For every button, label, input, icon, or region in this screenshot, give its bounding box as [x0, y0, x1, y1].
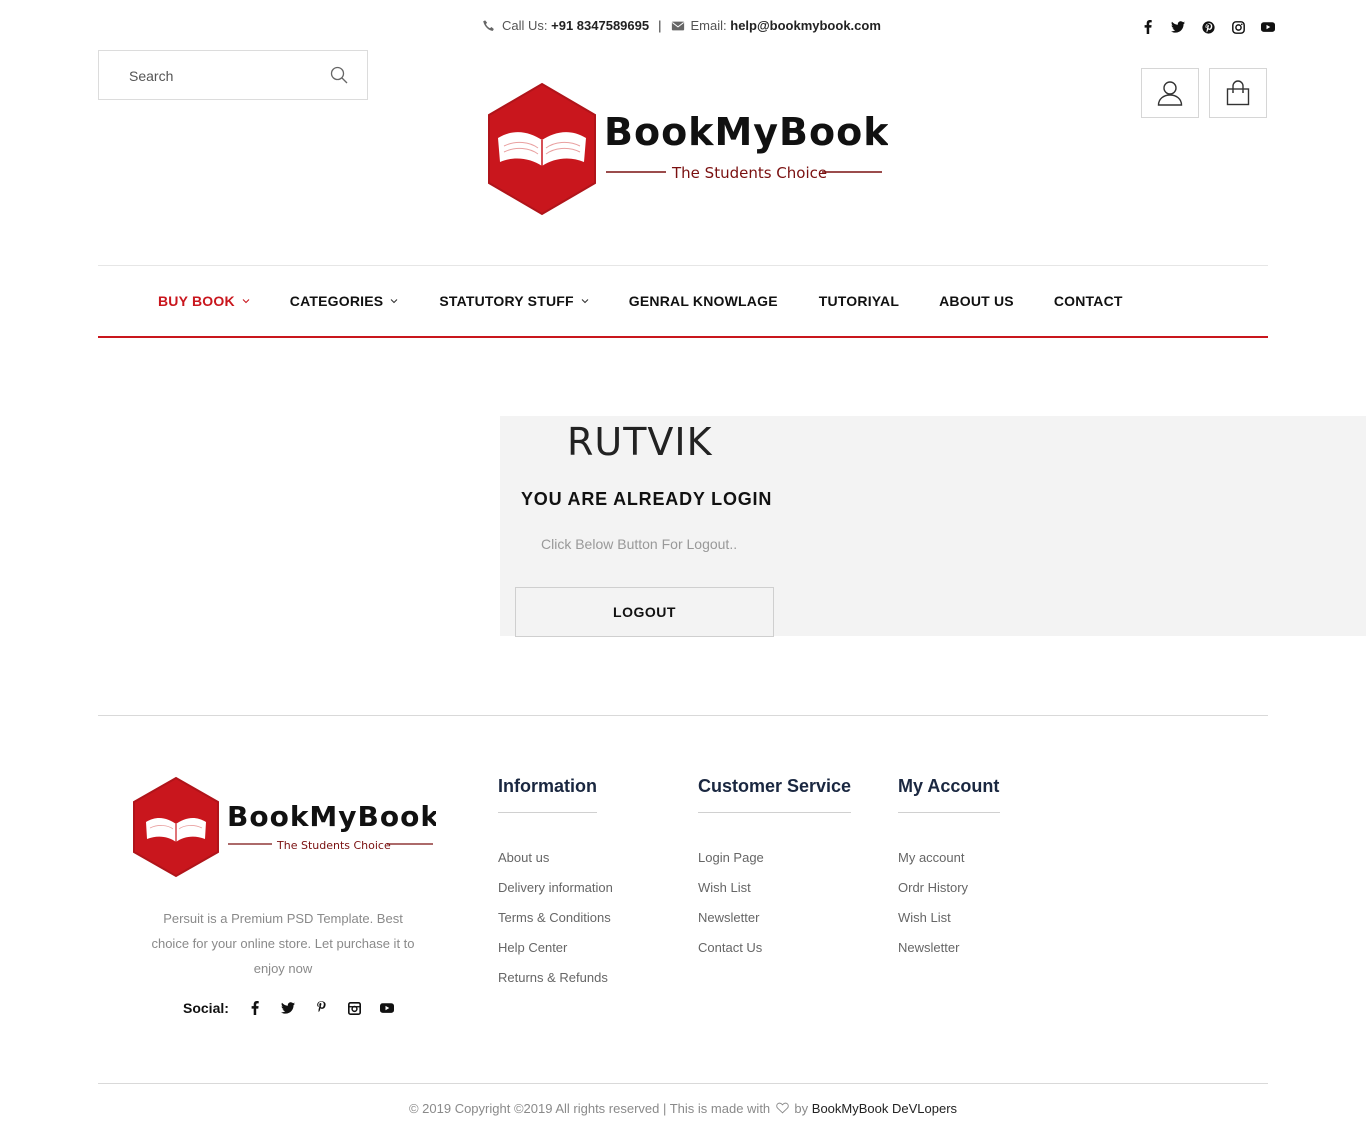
footer-links-information: About us Delivery information Terms & Cond…	[498, 850, 613, 1000]
nav-item-about-us[interactable]: ABOUT US	[939, 293, 1014, 309]
twitter-icon[interactable]	[272, 998, 305, 1018]
footer-heading-underline	[698, 812, 851, 813]
nav-item-buy-book[interactable]: BUY BOOK	[158, 293, 250, 309]
footer-link[interactable]: Newsletter	[698, 910, 764, 940]
brand-tagline: The Students Choice	[671, 164, 827, 182]
nav-item-label: STATUTORY STUFF	[439, 293, 574, 309]
nav-item-label: BUY BOOK	[158, 293, 235, 309]
footer-divider	[98, 715, 1268, 716]
pinterest-icon[interactable]	[305, 998, 338, 1018]
footer-link[interactable]: Ordr History	[898, 880, 968, 910]
envelope-icon	[671, 21, 684, 30]
login-status-heading: YOU ARE ALREADY LOGIN	[521, 489, 773, 509]
footer-links-customer-service: Login Page Wish List Newsletter Contact Us	[698, 850, 764, 970]
heart-icon	[776, 1102, 789, 1114]
nav-item-label: ABOUT US	[939, 293, 1014, 309]
nav-item-statutory-stuff[interactable]: STATUTORY STUFF	[439, 293, 589, 309]
facebook-icon[interactable]	[1133, 18, 1163, 36]
phone-icon	[483, 19, 494, 31]
footer-link[interactable]: Login Page	[698, 850, 764, 880]
footer-heading-customer-service: Customer Service	[698, 776, 852, 796]
footer-heading-my-account: My Account	[898, 776, 1000, 796]
nav-item-label: TUTORIYAL	[818, 293, 900, 309]
instagram-icon[interactable]	[338, 998, 371, 1018]
footer-link[interactable]: Newsletter	[898, 940, 968, 970]
footer-link[interactable]: Wish List	[698, 880, 764, 910]
footer-logo[interactable]: BookMyBook The Students Choice	[130, 776, 439, 880]
nav-item-label: GENRAL KNOWLAGE	[628, 293, 778, 309]
main-nav: BUY BOOK CATEGORIES STATUTORY STUFF GENRAL …	[158, 293, 1123, 309]
nav-divider-top	[98, 265, 1268, 266]
footer-brand-tagline: The Students Choice	[276, 839, 391, 852]
footer-link[interactable]: Help Center	[498, 940, 613, 970]
book-logo-icon: BookMyBook The Students Choice	[133, 776, 439, 878]
search-input[interactable]	[129, 66, 319, 86]
nav-item-genral-knowlage[interactable]: GENRAL KNOWLAGE	[629, 293, 778, 309]
footer-links-my-account: My account Ordr History Wish List Newslette…	[898, 850, 968, 970]
youtube-icon[interactable]	[1253, 18, 1283, 36]
username-heading: RUTVIK	[567, 420, 713, 464]
book-logo-icon: BookMyBook The Students Choice	[488, 82, 888, 216]
copyright-by: by	[794, 1101, 809, 1116]
site-logo[interactable]: BookMyBook The Students Choice	[476, 82, 888, 218]
footer-social: Social:	[183, 998, 404, 1018]
youtube-icon[interactable]	[371, 998, 404, 1018]
phone-number[interactable]: +91 8347589695	[551, 18, 649, 33]
search-icon[interactable]	[330, 66, 350, 86]
email-label: Email:	[690, 18, 727, 33]
copyright: © 2019 Copyright ©2019 All rights reserv…	[0, 1101, 1366, 1116]
nav-item-label: CATEGORIES	[289, 293, 384, 309]
nav-item-contact[interactable]: CONTACT	[1054, 293, 1123, 309]
chevron-down-icon	[581, 299, 589, 304]
pinterest-icon[interactable]	[1193, 18, 1223, 36]
nav-item-label: CONTACT	[1053, 293, 1123, 309]
social-links-top	[1133, 18, 1283, 36]
contact-info: Call Us: +91 8347589695 | Email: help@bo…	[482, 18, 881, 33]
account-button[interactable]	[1141, 68, 1199, 118]
brand-name: BookMyBook	[604, 110, 888, 154]
instagram-icon[interactable]	[1223, 18, 1253, 36]
footer-link[interactable]: About us	[498, 850, 613, 880]
footer-bottom-divider	[98, 1083, 1268, 1084]
footer-brand-name: BookMyBook	[227, 800, 436, 833]
social-label: Social:	[183, 1000, 229, 1016]
footer-link[interactable]: Returns & Refunds	[498, 970, 613, 1000]
separator: |	[658, 18, 662, 33]
email-address[interactable]: help@bookmybook.com	[730, 18, 881, 33]
nav-item-tutoriyal[interactable]: TUTORIYAL	[819, 293, 899, 309]
footer-link[interactable]: Terms & Conditions	[498, 910, 613, 940]
footer-link[interactable]: Delivery information	[498, 880, 613, 910]
search-box	[98, 50, 368, 100]
logout-hint: Click Below Button For Logout..	[541, 536, 738, 552]
chevron-down-icon	[390, 299, 398, 304]
user-icon	[1157, 81, 1183, 106]
footer-heading-underline	[898, 812, 1000, 813]
nav-divider-accent	[98, 336, 1268, 338]
logout-button[interactable]: LOGOUT	[515, 587, 774, 637]
footer-heading-information: Information	[498, 776, 597, 796]
cart-button[interactable]	[1209, 68, 1267, 118]
footer-heading-underline	[498, 812, 597, 813]
footer-link[interactable]: My account	[898, 850, 968, 880]
footer-description: Persuit is a Premium PSD Template. Best …	[151, 911, 415, 976]
copyright-text: © 2019 Copyright ©2019 All rights reserv…	[408, 1101, 771, 1116]
facebook-icon[interactable]	[239, 998, 272, 1018]
chevron-down-icon	[242, 299, 250, 304]
shopping-bag-icon	[1226, 80, 1250, 106]
twitter-icon[interactable]	[1163, 18, 1193, 36]
nav-item-categories[interactable]: CATEGORIES	[290, 293, 399, 309]
copyright-brand[interactable]: BookMyBook DeVLopers	[812, 1101, 957, 1116]
call-label: Call Us:	[502, 18, 548, 33]
footer-link[interactable]: Contact Us	[698, 940, 764, 970]
footer-link[interactable]: Wish List	[898, 910, 968, 940]
